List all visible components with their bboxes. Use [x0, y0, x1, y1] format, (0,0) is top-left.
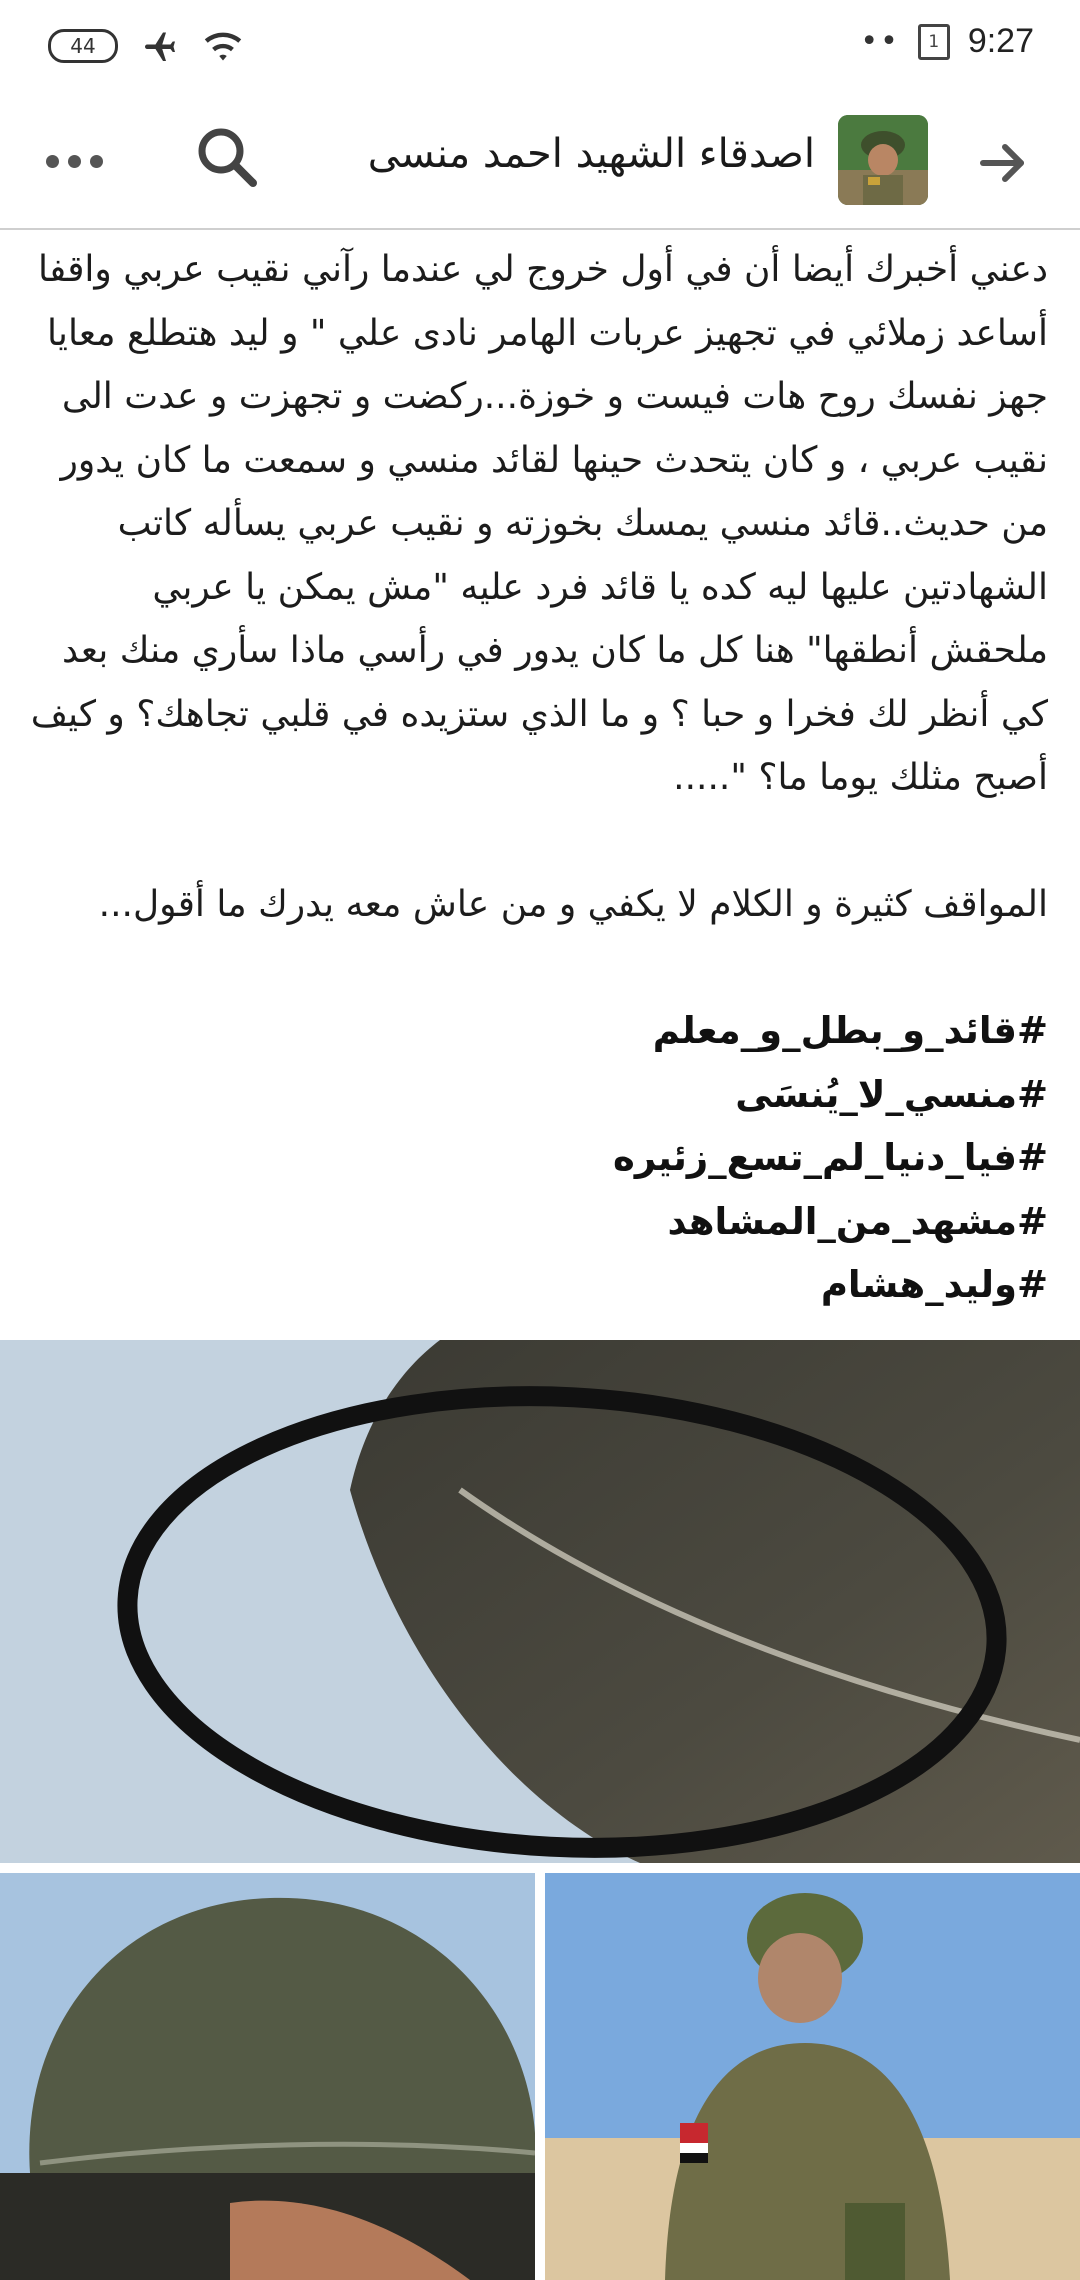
hashtag-link[interactable]: #وليد_هشام [30, 1253, 1048, 1317]
post-paragraph-2: المواقف كثيرة و الكلام لا يكفي و من عاش … [98, 883, 1048, 925]
sim-card-icon: 1 [917, 23, 950, 60]
hashtag-link[interactable]: #مشهد_من_المشاهد [30, 1190, 1048, 1254]
soldier-avatar-image [838, 115, 928, 205]
more-horizontal-icon [46, 155, 59, 168]
group-avatar[interactable] [838, 115, 928, 205]
battery-indicator: 44 [48, 29, 118, 63]
search-icon [198, 128, 257, 187]
search-button[interactable] [195, 125, 261, 191]
group-title[interactable]: اصدقاء الشهيد احمد منسى [368, 131, 815, 177]
clock: 9:27 [967, 22, 1034, 60]
more-dot [90, 155, 103, 168]
airplane-icon [145, 32, 175, 61]
hashtag-list: #قائد_و_بطل_و_معلم #منسي_لا_يُنسَى #فيا_… [30, 999, 1048, 1317]
arrow-right-icon [980, 144, 1024, 182]
soldier-desert-image [545, 1873, 1080, 2280]
post-paragraph-1: دعني أخبرك أيضا أن في أول خروج لي عندما … [30, 249, 1048, 798]
more-options-button[interactable] [42, 135, 108, 185]
helmet-closeup-image [0, 1340, 1080, 1863]
post-photo-helmet-closeup[interactable] [0, 1340, 1080, 1863]
wifi-icon [204, 32, 242, 61]
app-header: اصدقاء الشهيد احمد منسى [0, 95, 1080, 230]
hashtag-link[interactable]: #منسي_لا_يُنسَى [30, 1063, 1048, 1127]
more-dot [68, 155, 81, 168]
hashtag-link[interactable]: #قائد_و_بطل_و_معلم [30, 999, 1048, 1063]
hashtag-link[interactable]: #فيا_دنيا_لم_تسع_زئيره [30, 1126, 1048, 1190]
helmet-side-image [0, 1873, 535, 2280]
status-left: 44 [48, 28, 244, 64]
status-right: •• 1 9:27 [860, 22, 1034, 61]
back-button[interactable] [975, 135, 1031, 191]
notification-dots: •• [860, 24, 900, 59]
post-photo-soldier-desert[interactable] [545, 1873, 1080, 2280]
status-bar: 44 •• 1 9:27 [0, 0, 1080, 95]
post-photo-helmet-side[interactable] [0, 1873, 535, 2280]
screen: 44 •• 1 9:27 اصدقاء الشهيد احمد منسى دعن… [0, 0, 1080, 2280]
post-body: دعني أخبرك أيضا أن في أول خروج لي عندما … [30, 238, 1048, 1317]
